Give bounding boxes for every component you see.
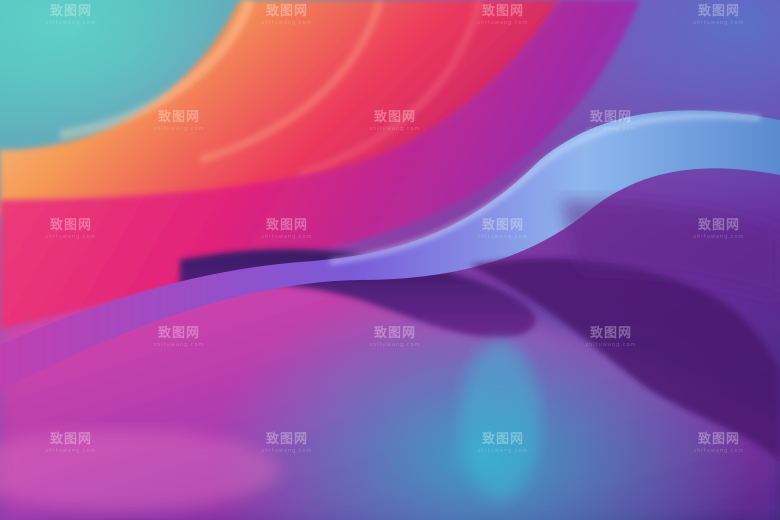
abstract-wave-artwork xyxy=(0,0,780,520)
wave-background-image: 致图网 zhituwang.com 致图网 zhituwang.com 致图网 zhi… xyxy=(0,0,780,520)
